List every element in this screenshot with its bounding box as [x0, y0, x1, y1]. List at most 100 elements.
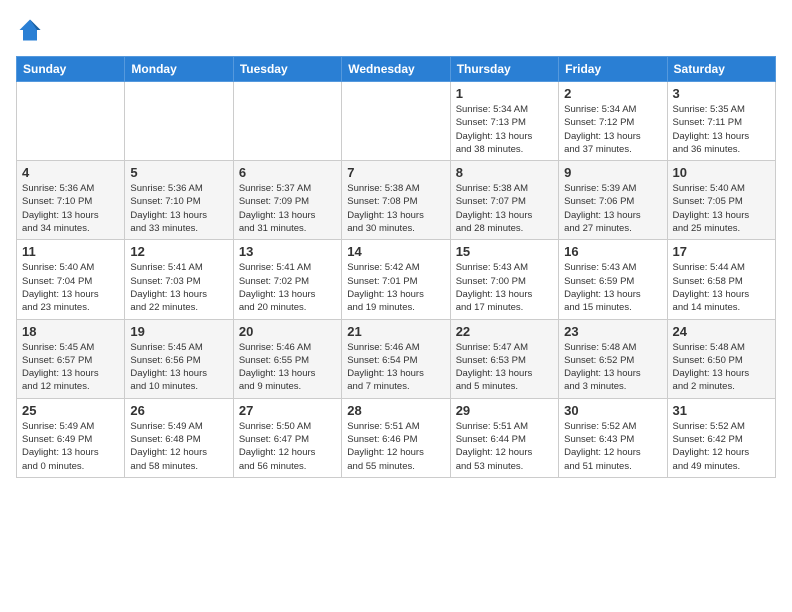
- day-info: Sunrise: 5:43 AM Sunset: 7:00 PM Dayligh…: [456, 261, 553, 314]
- weekday-header: Saturday: [667, 57, 775, 82]
- day-info: Sunrise: 5:45 AM Sunset: 6:56 PM Dayligh…: [130, 341, 227, 394]
- day-info: Sunrise: 5:38 AM Sunset: 7:08 PM Dayligh…: [347, 182, 444, 235]
- day-number: 8: [456, 165, 553, 180]
- calendar-cell: 11 Sunrise: 5:40 AM Sunset: 7:04 PM Dayli…: [17, 240, 125, 319]
- calendar-cell: 2 Sunrise: 5:34 AM Sunset: 7:12 PM Daylig…: [559, 82, 667, 161]
- calendar-cell: 26Sunrise: 5:49 AM Sunset: 6:48 PM Dayli…: [125, 398, 233, 477]
- calendar-week-row: 11 Sunrise: 5:40 AM Sunset: 7:04 PM Dayli…: [17, 240, 776, 319]
- calendar-cell: 21Sunrise: 5:46 AM Sunset: 6:54 PM Dayli…: [342, 319, 450, 398]
- calendar-cell: 15 Sunrise: 5:43 AM Sunset: 7:00 PM Dayli…: [450, 240, 558, 319]
- day-number: 24: [673, 324, 770, 339]
- day-number: 6: [239, 165, 336, 180]
- day-info: Sunrise: 5:48 AM Sunset: 6:52 PM Dayligh…: [564, 341, 661, 394]
- day-number: 12: [130, 244, 227, 259]
- weekday-header: Tuesday: [233, 57, 341, 82]
- calendar-cell: 6 Sunrise: 5:37 AM Sunset: 7:09 PM Daylig…: [233, 161, 341, 240]
- day-info: Sunrise: 5:48 AM Sunset: 6:50 PM Dayligh…: [673, 341, 770, 394]
- day-info: Sunrise: 5:37 AM Sunset: 7:09 PM Dayligh…: [239, 182, 336, 235]
- day-number: 7: [347, 165, 444, 180]
- day-number: 30: [564, 403, 661, 418]
- calendar-cell: 16 Sunrise: 5:43 AM Sunset: 6:59 PM Dayli…: [559, 240, 667, 319]
- calendar-cell: 3 Sunrise: 5:35 AM Sunset: 7:11 PM Daylig…: [667, 82, 775, 161]
- calendar-cell: 29 Sunrise: 5:51 AM Sunset: 6:44 PM Dayli…: [450, 398, 558, 477]
- day-info: Sunrise: 5:52 AM Sunset: 6:42 PM Dayligh…: [673, 420, 770, 473]
- calendar-cell: 23 Sunrise: 5:48 AM Sunset: 6:52 PM Dayli…: [559, 319, 667, 398]
- day-info: Sunrise: 5:40 AM Sunset: 7:05 PM Dayligh…: [673, 182, 770, 235]
- calendar-cell: 25Sunrise: 5:49 AM Sunset: 6:49 PM Dayli…: [17, 398, 125, 477]
- day-number: 17: [673, 244, 770, 259]
- day-number: 9: [564, 165, 661, 180]
- calendar-cell: 27 Sunrise: 5:50 AM Sunset: 6:47 PM Dayli…: [233, 398, 341, 477]
- day-info: Sunrise: 5:34 AM Sunset: 7:13 PM Dayligh…: [456, 103, 553, 156]
- calendar-cell: 30 Sunrise: 5:52 AM Sunset: 6:43 PM Dayli…: [559, 398, 667, 477]
- day-number: 13: [239, 244, 336, 259]
- weekday-header: Wednesday: [342, 57, 450, 82]
- day-info: Sunrise: 5:44 AM Sunset: 6:58 PM Dayligh…: [673, 261, 770, 314]
- day-number: 29: [456, 403, 553, 418]
- day-info: Sunrise: 5:35 AM Sunset: 7:11 PM Dayligh…: [673, 103, 770, 156]
- day-number: 15: [456, 244, 553, 259]
- day-number: 1: [456, 86, 553, 101]
- weekday-header: Monday: [125, 57, 233, 82]
- calendar-cell: 28 Sunrise: 5:51 AM Sunset: 6:46 PM Dayli…: [342, 398, 450, 477]
- day-number: 27: [239, 403, 336, 418]
- calendar-cell: 12 Sunrise: 5:41 AM Sunset: 7:03 PM Dayli…: [125, 240, 233, 319]
- day-number: 20: [239, 324, 336, 339]
- day-info: Sunrise: 5:36 AM Sunset: 7:10 PM Dayligh…: [130, 182, 227, 235]
- day-number: 5: [130, 165, 227, 180]
- day-info: Sunrise: 5:42 AM Sunset: 7:01 PM Dayligh…: [347, 261, 444, 314]
- day-number: 23: [564, 324, 661, 339]
- calendar-cell: 18 Sunrise: 5:45 AM Sunset: 6:57 PM Dayli…: [17, 319, 125, 398]
- day-info: Sunrise: 5:45 AM Sunset: 6:57 PM Dayligh…: [22, 341, 119, 394]
- day-number: 3: [673, 86, 770, 101]
- day-number: 28: [347, 403, 444, 418]
- weekday-header: Sunday: [17, 57, 125, 82]
- day-info: Sunrise: 5:51 AM Sunset: 6:44 PM Dayligh…: [456, 420, 553, 473]
- day-info: Sunrise: 5:46 AM Sunset: 6:55 PM Dayligh…: [239, 341, 336, 394]
- day-number: 25: [22, 403, 119, 418]
- logo: [16, 16, 48, 44]
- day-info: Sunrise: 5:34 AM Sunset: 7:12 PM Dayligh…: [564, 103, 661, 156]
- page-header: [16, 16, 776, 44]
- day-info: Sunrise: 5:41 AM Sunset: 7:02 PM Dayligh…: [239, 261, 336, 314]
- calendar-cell: [125, 82, 233, 161]
- day-info: Sunrise: 5:41 AM Sunset: 7:03 PM Dayligh…: [130, 261, 227, 314]
- calendar-week-row: 25Sunrise: 5:49 AM Sunset: 6:49 PM Dayli…: [17, 398, 776, 477]
- day-info: Sunrise: 5:50 AM Sunset: 6:47 PM Dayligh…: [239, 420, 336, 473]
- day-number: 11: [22, 244, 119, 259]
- calendar-cell: 7 Sunrise: 5:38 AM Sunset: 7:08 PM Daylig…: [342, 161, 450, 240]
- calendar-cell: [233, 82, 341, 161]
- day-number: 22: [456, 324, 553, 339]
- weekday-header-row: SundayMondayTuesdayWednesdayThursdayFrid…: [17, 57, 776, 82]
- calendar-cell: [342, 82, 450, 161]
- day-info: Sunrise: 5:43 AM Sunset: 6:59 PM Dayligh…: [564, 261, 661, 314]
- day-number: 18: [22, 324, 119, 339]
- day-number: 21: [347, 324, 444, 339]
- calendar-cell: [17, 82, 125, 161]
- calendar-week-row: 4Sunrise: 5:36 AM Sunset: 7:10 PM Daylig…: [17, 161, 776, 240]
- calendar-cell: 24 Sunrise: 5:48 AM Sunset: 6:50 PM Dayli…: [667, 319, 775, 398]
- calendar: SundayMondayTuesdayWednesdayThursdayFrid…: [16, 56, 776, 478]
- day-info: Sunrise: 5:47 AM Sunset: 6:53 PM Dayligh…: [456, 341, 553, 394]
- day-info: Sunrise: 5:40 AM Sunset: 7:04 PM Dayligh…: [22, 261, 119, 314]
- calendar-cell: 31 Sunrise: 5:52 AM Sunset: 6:42 PM Dayli…: [667, 398, 775, 477]
- day-info: Sunrise: 5:51 AM Sunset: 6:46 PM Dayligh…: [347, 420, 444, 473]
- day-number: 26: [130, 403, 227, 418]
- day-number: 31: [673, 403, 770, 418]
- calendar-cell: 17 Sunrise: 5:44 AM Sunset: 6:58 PM Dayli…: [667, 240, 775, 319]
- day-number: 16: [564, 244, 661, 259]
- day-number: 10: [673, 165, 770, 180]
- calendar-week-row: 1 Sunrise: 5:34 AM Sunset: 7:13 PM Daylig…: [17, 82, 776, 161]
- calendar-cell: 10 Sunrise: 5:40 AM Sunset: 7:05 PM Dayli…: [667, 161, 775, 240]
- day-number: 14: [347, 244, 444, 259]
- calendar-cell: 20 Sunrise: 5:46 AM Sunset: 6:55 PM Dayli…: [233, 319, 341, 398]
- day-info: Sunrise: 5:36 AM Sunset: 7:10 PM Dayligh…: [22, 182, 119, 235]
- day-number: 2: [564, 86, 661, 101]
- calendar-cell: 5 Sunrise: 5:36 AM Sunset: 7:10 PM Daylig…: [125, 161, 233, 240]
- calendar-cell: 13 Sunrise: 5:41 AM Sunset: 7:02 PM Dayli…: [233, 240, 341, 319]
- calendar-cell: 4Sunrise: 5:36 AM Sunset: 7:10 PM Daylig…: [17, 161, 125, 240]
- day-info: Sunrise: 5:52 AM Sunset: 6:43 PM Dayligh…: [564, 420, 661, 473]
- calendar-cell: 14 Sunrise: 5:42 AM Sunset: 7:01 PM Dayli…: [342, 240, 450, 319]
- day-info: Sunrise: 5:39 AM Sunset: 7:06 PM Dayligh…: [564, 182, 661, 235]
- calendar-week-row: 18 Sunrise: 5:45 AM Sunset: 6:57 PM Dayli…: [17, 319, 776, 398]
